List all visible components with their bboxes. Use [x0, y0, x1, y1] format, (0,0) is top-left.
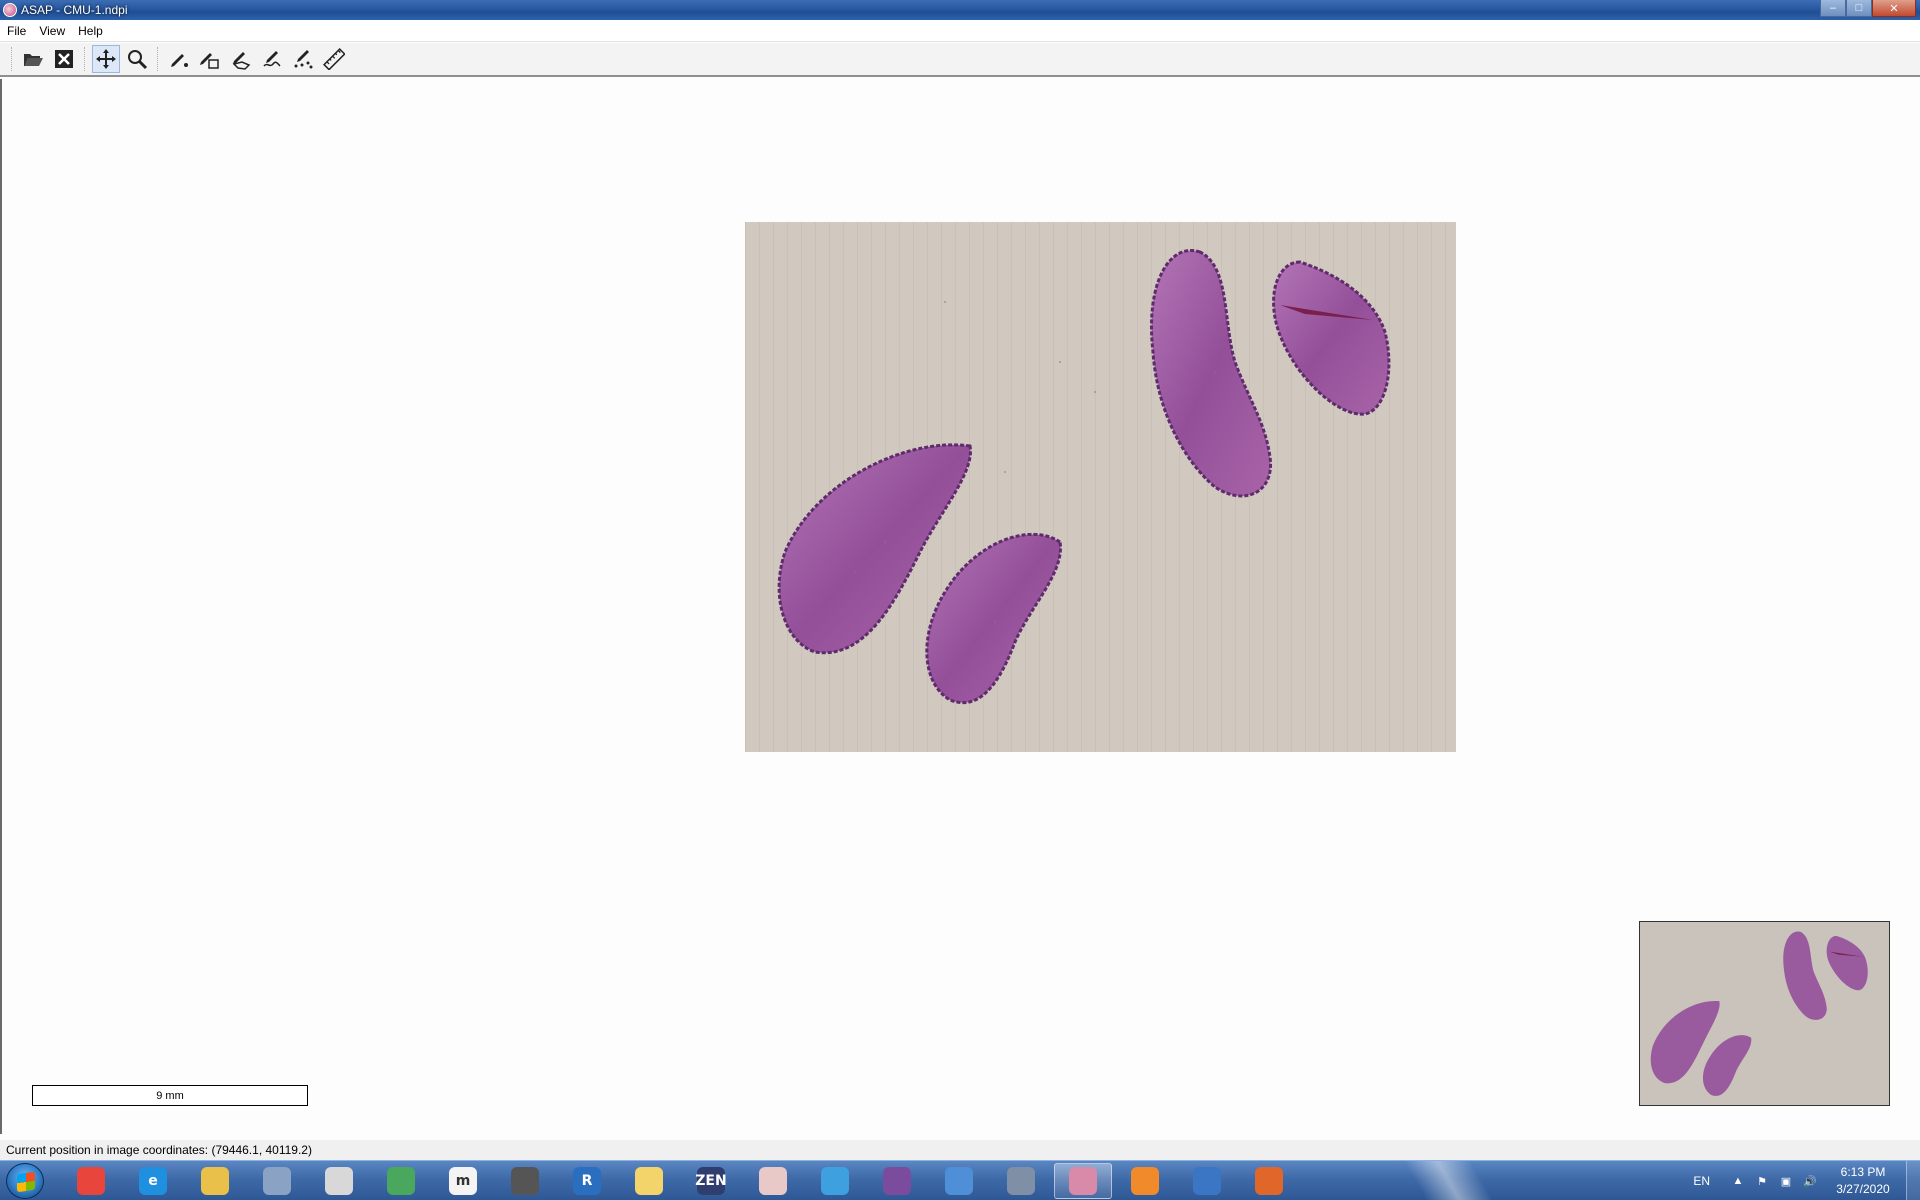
taskbar-app-button[interactable]: [310, 1163, 368, 1199]
zen-icon: ZEN: [695, 1167, 727, 1195]
chrome-icon: [77, 1167, 105, 1195]
toolbar-separator: [157, 47, 162, 71]
taskbar: e m R ZEN EN ▲ ⚑ ▣ 🔊 6:13 PM 3/27/2020: [0, 1160, 1920, 1200]
mu-editor-icon: m: [449, 1167, 477, 1195]
scale-label: 9 mm: [156, 1089, 184, 1102]
firefox-icon: [1131, 1167, 1159, 1195]
start-button[interactable]: [6, 1163, 44, 1199]
taskbar-app-button[interactable]: [186, 1163, 244, 1199]
cubes-icon: [387, 1167, 415, 1195]
zoom-tool-button[interactable]: [123, 45, 151, 73]
taskbar-app-button[interactable]: [1240, 1163, 1298, 1199]
pen-dot-icon: [171, 54, 188, 67]
window-controls: – □ ✕: [1820, 0, 1916, 18]
action-center-flag-icon[interactable]: ⚑: [1754, 1174, 1770, 1188]
pointset-annotation-button[interactable]: [289, 45, 317, 73]
globe-search-icon: [1007, 1167, 1035, 1195]
clock-date: 3/27/2020: [1836, 1182, 1890, 1196]
network-icon[interactable]: ▣: [1778, 1174, 1794, 1188]
paint-icon: [635, 1167, 663, 1195]
taskbar-app-button[interactable]: [868, 1163, 926, 1199]
pen-points-icon: [294, 50, 313, 69]
taskbar-app-button[interactable]: [992, 1163, 1050, 1199]
taskbar-app-button[interactable]: [744, 1163, 802, 1199]
show-desktop-button[interactable]: [1906, 1161, 1920, 1200]
r-language-icon: R: [573, 1167, 601, 1195]
scale-bar: 9 mm: [32, 1085, 308, 1106]
spline-annotation-button[interactable]: [258, 45, 286, 73]
magnifier-icon: [128, 50, 148, 70]
taskbar-app-button[interactable]: [930, 1163, 988, 1199]
microphone-icon: [511, 1167, 539, 1195]
search-glass-icon: [945, 1167, 973, 1195]
folder-open-icon: [24, 54, 43, 66]
maximize-button[interactable]: □: [1846, 0, 1872, 17]
taskbar-app-button[interactable]: ZEN: [682, 1163, 740, 1199]
close-x-icon: [55, 50, 73, 68]
toolbar-separator: [84, 47, 89, 71]
pan-tool-button[interactable]: [92, 45, 120, 73]
speaker-icon: [325, 1167, 353, 1195]
menu-view[interactable]: View: [32, 24, 71, 38]
taskbar-app-button[interactable]: [62, 1163, 120, 1199]
move-arrows-icon: [96, 49, 116, 69]
clock-time: 6:13 PM: [1840, 1165, 1886, 1179]
toolbar: [0, 43, 1920, 77]
rectangle-annotation-button[interactable]: [196, 45, 224, 73]
taskbar-app-button[interactable]: [372, 1163, 430, 1199]
calculator-icon: [263, 1167, 291, 1195]
taskbar-app-button[interactable]: [1116, 1163, 1174, 1199]
overview-minimap[interactable]: [1639, 921, 1890, 1106]
whole-slide-image[interactable]: [745, 222, 1456, 752]
remote-desktop-icon: [1193, 1167, 1221, 1195]
taskbar-app-button[interactable]: [1054, 1163, 1112, 1199]
pen-spline-icon: [263, 51, 281, 67]
title-bar: ASAP - CMU-1.ndpi – □ ✕: [0, 0, 1920, 20]
clock[interactable]: 6:13 PM 3/27/2020: [1826, 1164, 1900, 1198]
brain-icon: [759, 1167, 787, 1195]
volume-icon[interactable]: 🔊: [1802, 1174, 1818, 1188]
toolbar-grip: [11, 47, 16, 71]
taskbar-app-button[interactable]: [1178, 1163, 1236, 1199]
slide-viewer[interactable]: 9 mm: [0, 79, 1920, 1134]
close-file-button[interactable]: [50, 45, 78, 73]
taskbar-app-button[interactable]: [620, 1163, 678, 1199]
close-window-button[interactable]: ✕: [1872, 0, 1916, 17]
minimize-button[interactable]: –: [1820, 0, 1846, 17]
taskbar-app-button[interactable]: R: [558, 1163, 616, 1199]
asap-app-icon: [3, 3, 17, 17]
pen-polygon-icon: [232, 52, 251, 70]
menu-bar: File View Help: [0, 20, 1920, 42]
prism-icon: [821, 1167, 849, 1195]
taskbar-app-button[interactable]: [496, 1163, 554, 1199]
taskbar-apps: e m R ZEN: [62, 1163, 1302, 1199]
file-explorer-icon: [201, 1167, 229, 1195]
asap-icon: [1069, 1167, 1097, 1195]
polygon-annotation-button[interactable]: [227, 45, 255, 73]
internet-explorer-icon: e: [139, 1167, 167, 1195]
taskbar-app-button[interactable]: [248, 1163, 306, 1199]
dot-annotation-button[interactable]: [165, 45, 193, 73]
taskbar-app-button[interactable]: [806, 1163, 864, 1199]
pen-rectangle-icon: [200, 53, 219, 69]
ruler-icon: [323, 48, 345, 70]
taskbar-app-button[interactable]: e: [124, 1163, 182, 1199]
status-position-text: Current position in image coordinates: (…: [6, 1143, 312, 1157]
menu-file[interactable]: File: [0, 24, 32, 38]
language-indicator[interactable]: EN: [1693, 1174, 1710, 1188]
windows-logo-icon: [17, 1171, 35, 1193]
matlab-icon: [1255, 1167, 1283, 1195]
taskbar-glare: [1360, 1161, 1560, 1200]
measure-button[interactable]: [320, 45, 348, 73]
system-tray: EN ▲ ⚑ ▣ 🔊 6:13 PM 3/27/2020: [1693, 1161, 1920, 1200]
taskbar-app-button[interactable]: m: [434, 1163, 492, 1199]
menu-help[interactable]: Help: [71, 24, 109, 38]
show-hidden-icons-icon[interactable]: ▲: [1730, 1174, 1746, 1188]
minimap-thumbnail: [1640, 922, 1889, 1105]
cat-icon: [883, 1167, 911, 1195]
tissue-sections: [745, 222, 1456, 752]
open-file-button[interactable]: [19, 45, 47, 73]
window-title: ASAP - CMU-1.ndpi: [21, 3, 128, 17]
status-bar: Current position in image coordinates: (…: [0, 1140, 1920, 1160]
